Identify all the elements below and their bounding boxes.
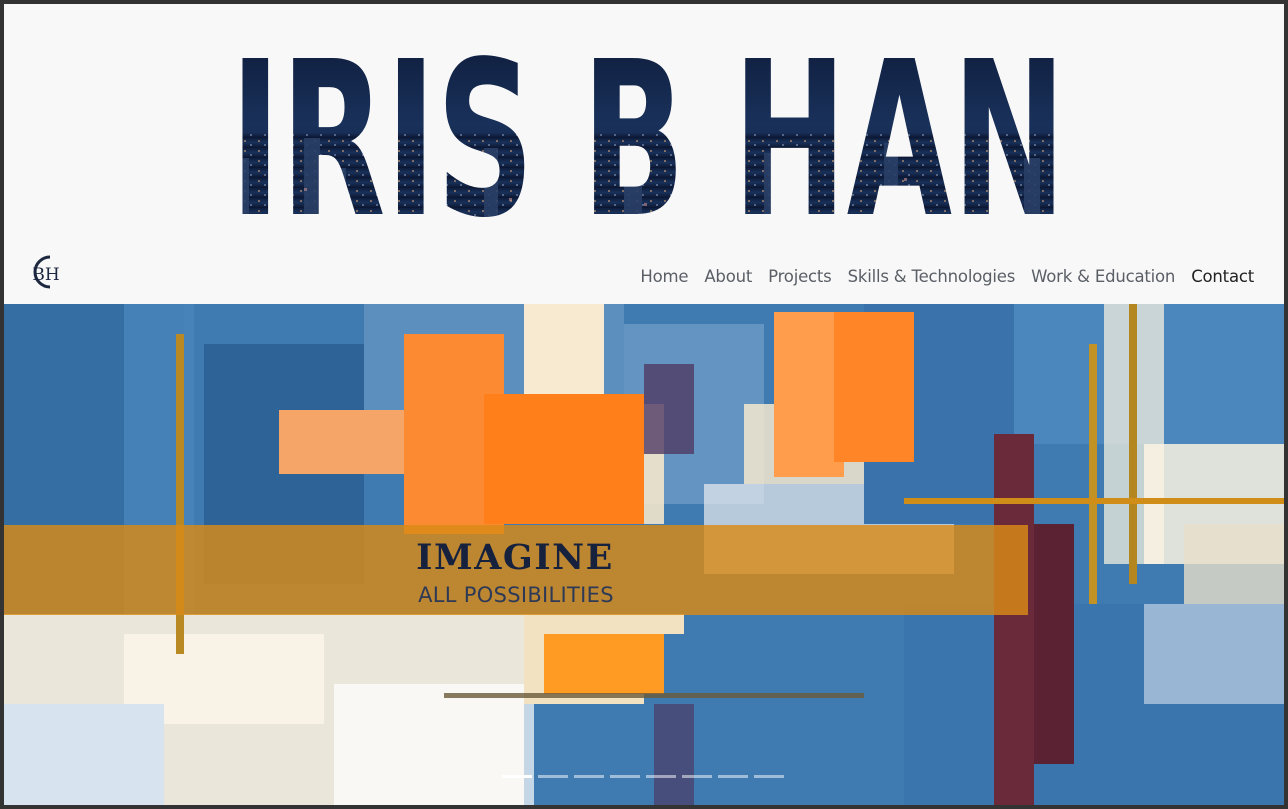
nav-home[interactable]: Home — [640, 267, 688, 286]
carousel-indicators — [502, 775, 784, 778]
carousel-indicator[interactable] — [502, 775, 532, 778]
carousel-indicator[interactable] — [610, 775, 640, 778]
carousel-indicator[interactable] — [574, 775, 604, 778]
nav-contact[interactable]: Contact — [1191, 267, 1254, 286]
hero-carousel[interactable]: IMAGINE ALL POSSIBILITIES — [4, 304, 1284, 805]
site-title-banner: IRIS B HAN — [4, 38, 1284, 228]
carousel-indicator[interactable] — [538, 775, 568, 778]
carousel-indicator[interactable] — [682, 775, 712, 778]
carousel-indicator[interactable] — [718, 775, 748, 778]
nav-work-education[interactable]: Work & Education — [1031, 267, 1175, 286]
carousel-indicator[interactable] — [646, 775, 676, 778]
main-nav: Home About Projects Skills & Technologie… — [640, 267, 1254, 286]
carousel-indicator[interactable] — [754, 775, 784, 778]
logo-icon[interactable]: BH — [26, 253, 64, 291]
slide-title: IMAGINE — [416, 537, 614, 578]
nav-about[interactable]: About — [704, 267, 752, 286]
nav-skills-technologies[interactable]: Skills & Technologies — [848, 267, 1016, 286]
slide-subtitle: ALL POSSIBILITIES — [418, 583, 614, 607]
page-frame: IRIS B HAN — [4, 4, 1284, 805]
nav-projects[interactable]: Projects — [768, 267, 832, 286]
logo-text: BH — [32, 265, 59, 285]
